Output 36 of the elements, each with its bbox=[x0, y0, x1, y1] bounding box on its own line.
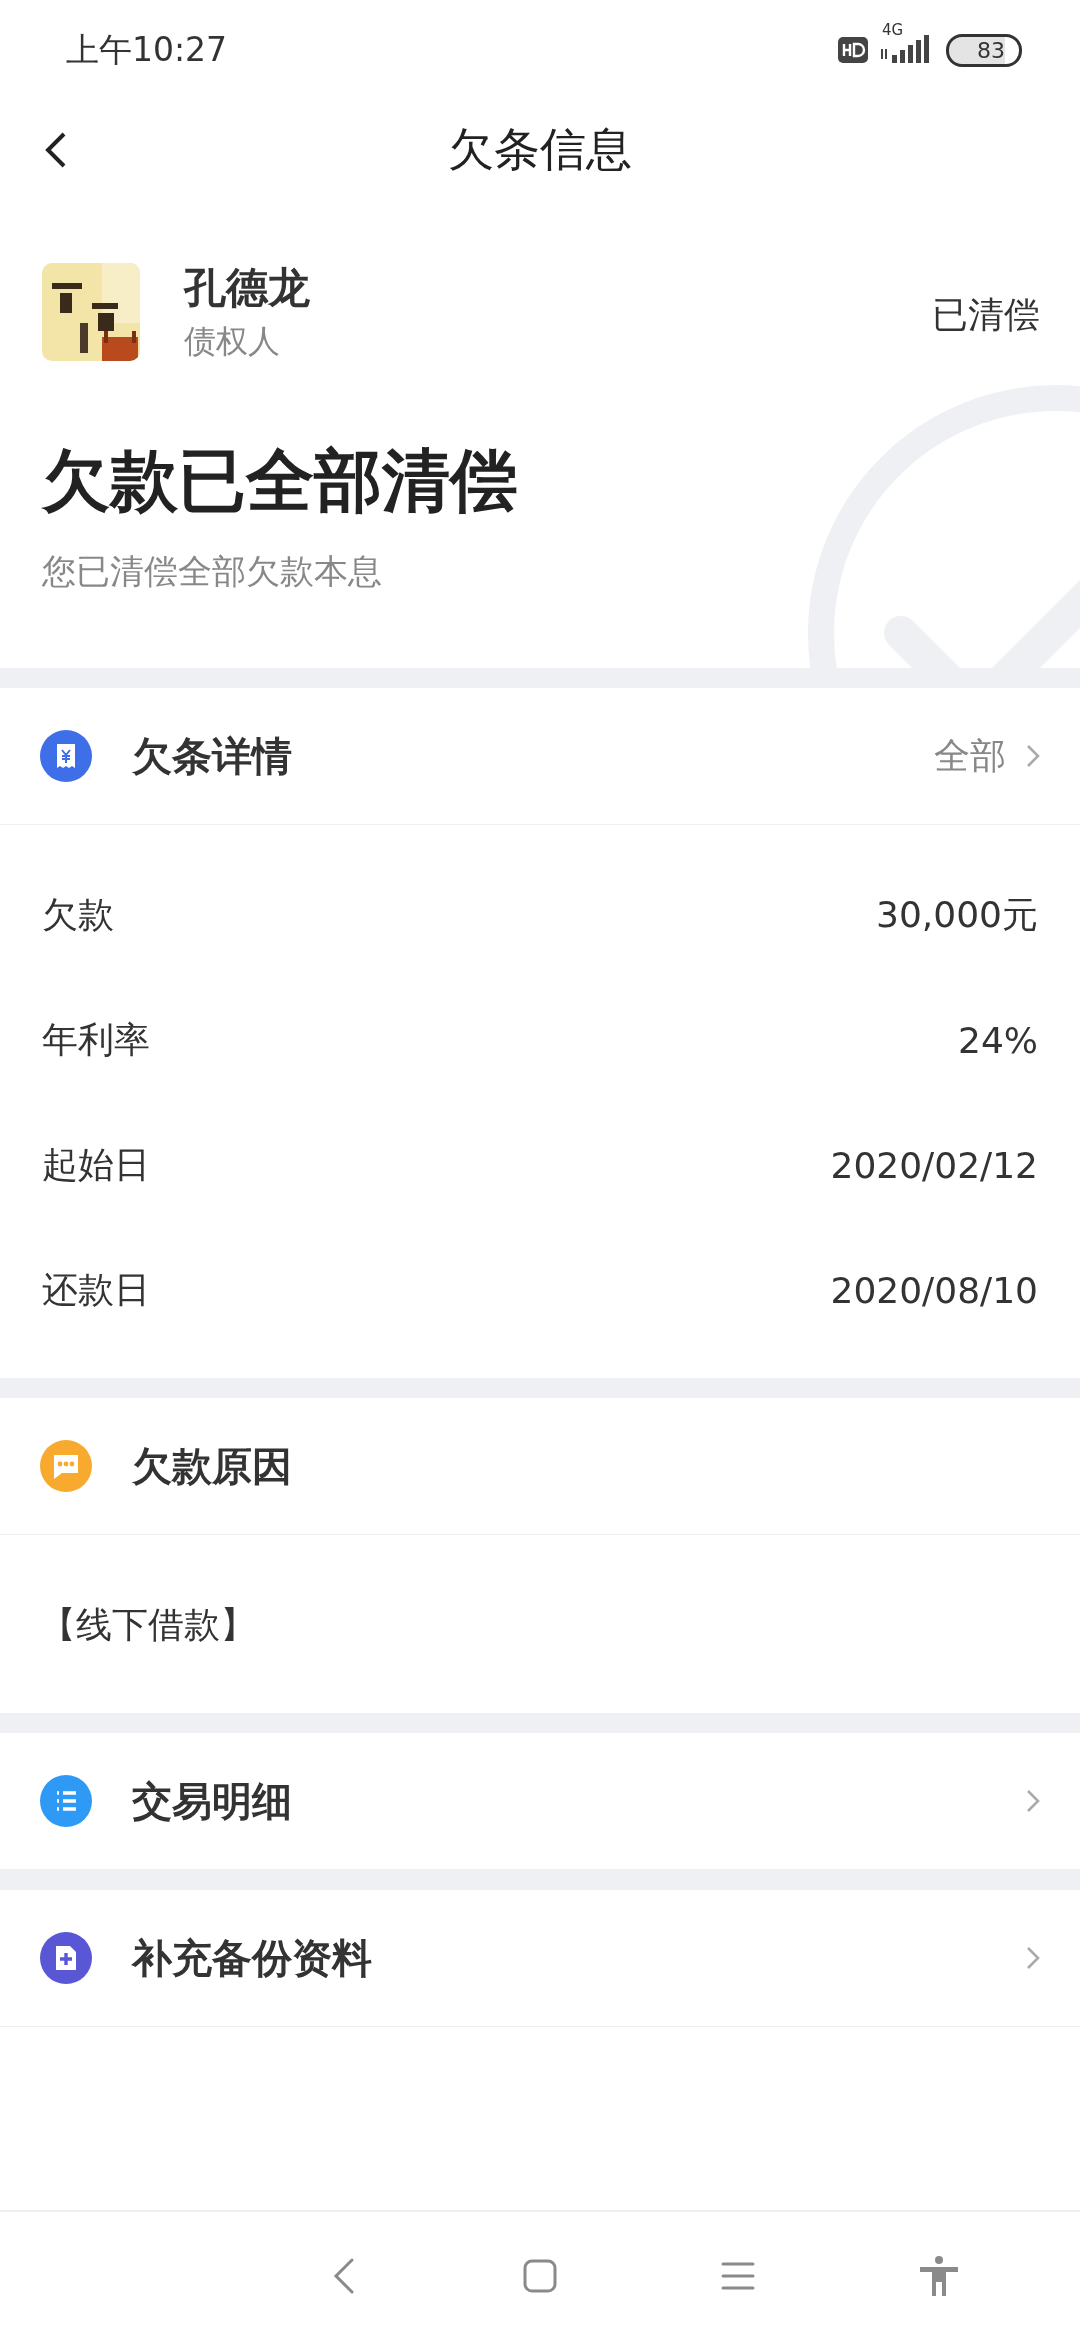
menu-row[interactable]: 补充备份资料 bbox=[0, 1890, 1080, 2027]
creditor-role: 债权人 bbox=[184, 321, 281, 362]
network-type: 4G bbox=[882, 23, 904, 38]
chat-icon bbox=[40, 1440, 92, 1492]
add-file-icon bbox=[40, 1932, 92, 1984]
status-time: 上午10:27 bbox=[66, 28, 228, 71]
reason-text: 【线下借款】 bbox=[40, 1602, 256, 1647]
detail-label: 起始日 bbox=[42, 1143, 150, 1187]
detail-value: 2020/08/10 bbox=[830, 1270, 1038, 1311]
list-icon bbox=[40, 1775, 92, 1827]
view-all-link[interactable]: 全部 bbox=[934, 731, 1006, 781]
creditor-name: 孔德龙 bbox=[184, 262, 311, 314]
status-label: 已清偿 bbox=[932, 292, 1040, 337]
row-title: 交易明细 bbox=[132, 1776, 293, 1826]
battery-indicator: 83 bbox=[946, 33, 1022, 67]
section-title: 欠条详情 bbox=[132, 731, 293, 781]
hd-icon bbox=[838, 37, 868, 63]
receipt-icon bbox=[40, 730, 92, 782]
back-icon[interactable] bbox=[44, 131, 68, 169]
summary-title: 欠款已全部清偿 bbox=[42, 440, 519, 522]
menu-icon[interactable] bbox=[721, 2261, 756, 2291]
chevron-icon bbox=[1026, 1946, 1040, 1970]
detail-value: 30,000元 bbox=[876, 893, 1038, 937]
row-title: 补充备份资料 bbox=[132, 1933, 373, 1983]
detail-label: 欠款 bbox=[42, 893, 114, 937]
detail-value: 24% bbox=[958, 1020, 1038, 1061]
chevron-icon[interactable] bbox=[1026, 744, 1040, 768]
chevron-icon bbox=[1026, 1789, 1040, 1813]
page-title: 欠条信息 bbox=[448, 121, 632, 178]
detail-label: 年利率 bbox=[42, 1018, 150, 1062]
summary-subtitle: 您已清偿全部欠款本息 bbox=[42, 550, 383, 593]
section-title: 欠款原因 bbox=[132, 1441, 293, 1491]
detail-value: 2020/02/12 bbox=[830, 1145, 1038, 1186]
home-icon[interactable] bbox=[522, 2259, 557, 2293]
detail-label: 还款日 bbox=[42, 1268, 150, 1312]
accessibility-icon[interactable] bbox=[919, 2256, 958, 2296]
